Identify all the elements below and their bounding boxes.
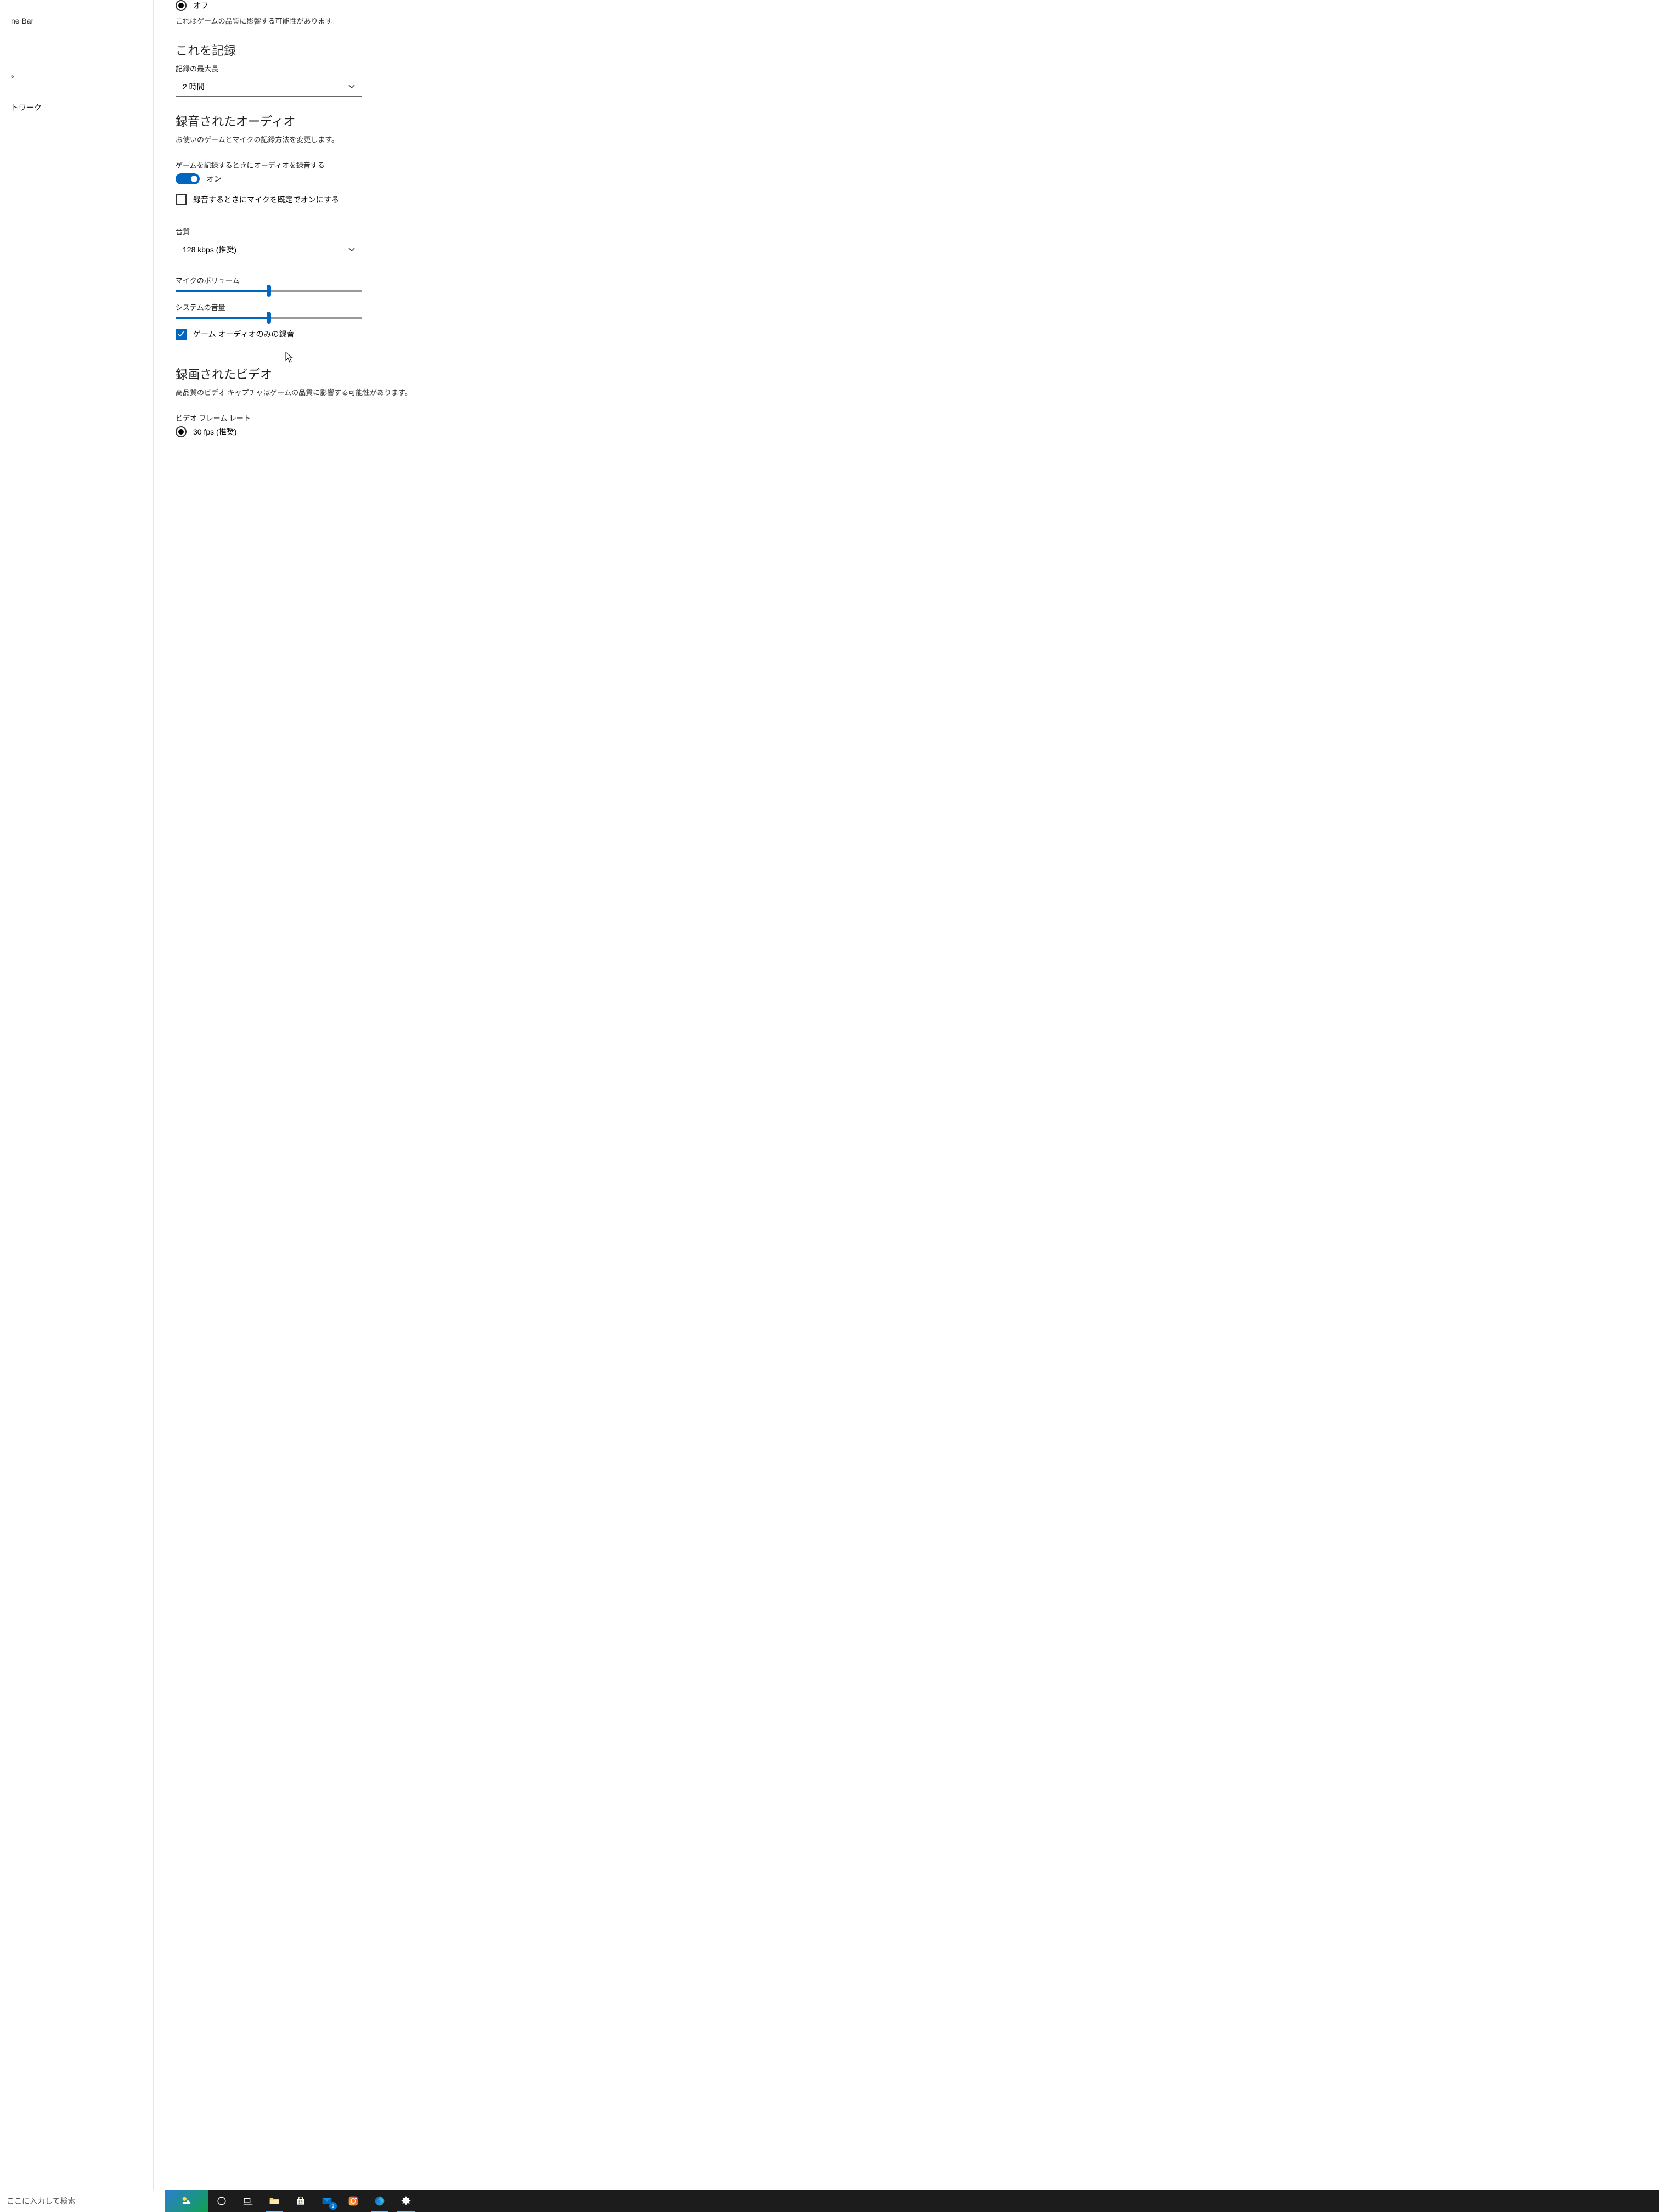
gear-icon bbox=[400, 2195, 412, 2207]
taskbar-explorer[interactable] bbox=[261, 2190, 287, 2212]
edge-icon bbox=[374, 2195, 386, 2207]
mic-volume-slider[interactable] bbox=[176, 290, 362, 292]
chevron-down-icon bbox=[348, 246, 355, 253]
search-placeholder: ここに入力して検索 bbox=[7, 2196, 76, 2207]
radio-30fps[interactable] bbox=[176, 426, 187, 437]
weather-icon bbox=[180, 2195, 193, 2207]
max-length-dropdown[interactable]: 2 時間 bbox=[176, 77, 362, 97]
mic-default-label: 録音するときにマイクを既定でオンにする bbox=[193, 194, 339, 205]
game-audio-only-label: ゲーム オーディオのみの録音 bbox=[193, 329, 295, 340]
taskbar-mail[interactable]: 2 bbox=[314, 2190, 340, 2212]
system-volume-slider[interactable] bbox=[176, 317, 362, 319]
sidebar-item-label: ne Bar bbox=[11, 16, 33, 25]
radio-off[interactable] bbox=[176, 0, 187, 11]
slider-thumb[interactable] bbox=[267, 285, 271, 297]
taskbar-settings[interactable] bbox=[393, 2190, 419, 2212]
background-record-off-row: オフ bbox=[176, 0, 1637, 11]
cortana-icon bbox=[216, 2195, 228, 2207]
radio-off-label: オフ bbox=[193, 0, 208, 11]
cursor-icon bbox=[285, 352, 294, 364]
game-audio-only-row: ゲーム オーディオのみの録音 bbox=[176, 329, 1637, 340]
record-audio-toggle-row: オン bbox=[176, 173, 1637, 184]
taskbar-instagram[interactable] bbox=[340, 2190, 366, 2212]
background-record-desc: これはゲームの品質に影響する可能性があります。 bbox=[176, 15, 1637, 26]
main-pane: オフ これはゲームの品質に影響する可能性があります。 これを記録 記録の最大長 … bbox=[154, 0, 1659, 2190]
max-length-label: 記録の最大長 bbox=[176, 63, 1637, 74]
record-audio-toggle[interactable] bbox=[176, 173, 200, 184]
instagram-icon bbox=[347, 2195, 359, 2207]
record-audio-toggle-label: ゲームを記録するときにオーディオを録音する bbox=[176, 160, 1637, 170]
system-volume-label: システムの音量 bbox=[176, 302, 1637, 312]
taskbar-edge[interactable] bbox=[366, 2190, 393, 2212]
settings-window: ne Bar 。 トワーク オフ これはゲームの品質に影響する可能性があります。… bbox=[0, 0, 1659, 2190]
recorded-audio-heading: 録音されたオーディオ bbox=[176, 112, 1637, 129]
recorded-audio-desc: お使いのゲームとマイクの記録方法を変更します。 bbox=[176, 134, 1637, 144]
sidebar-item-gamebar[interactable]: ne Bar bbox=[0, 11, 153, 31]
framerate-label: ビデオ フレーム レート bbox=[176, 413, 1637, 423]
mic-volume-label: マイクのボリューム bbox=[176, 275, 1637, 285]
game-audio-only-checkbox[interactable] bbox=[176, 329, 187, 340]
sidebar: ne Bar 。 トワーク bbox=[0, 0, 154, 2190]
toggle-state-label: オン bbox=[206, 173, 222, 184]
taskview-icon bbox=[242, 2195, 254, 2207]
mic-volume-block: マイクのボリューム bbox=[176, 275, 1637, 292]
taskbar: ここに入力して検索 bbox=[0, 2190, 1659, 2212]
sidebar-item-label: 。 bbox=[11, 70, 19, 79]
chevron-down-icon bbox=[348, 83, 355, 90]
system-volume-block: システムの音量 bbox=[176, 302, 1637, 319]
dropdown-value: 2 時間 bbox=[183, 81, 205, 92]
radio-30fps-label: 30 fps (推奨) bbox=[193, 426, 236, 437]
folder-icon bbox=[268, 2195, 280, 2207]
audio-quality-label: 音質 bbox=[176, 226, 1637, 236]
taskbar-weather[interactable] bbox=[165, 2190, 208, 2212]
sidebar-item-label: トワーク bbox=[11, 103, 42, 112]
recorded-video-heading: 録画されたビデオ bbox=[176, 365, 1637, 382]
mic-default-checkbox[interactable] bbox=[176, 194, 187, 205]
slider-thumb[interactable] bbox=[267, 312, 271, 324]
taskbar-store[interactable] bbox=[287, 2190, 314, 2212]
taskbar-search[interactable]: ここに入力して検索 bbox=[0, 2190, 165, 2212]
dropdown-value: 128 kbps (推奨) bbox=[183, 244, 236, 255]
sidebar-item-network[interactable]: トワーク bbox=[0, 97, 153, 119]
framerate-30-row: 30 fps (推奨) bbox=[176, 426, 1637, 437]
taskbar-taskview[interactable] bbox=[235, 2190, 261, 2212]
taskbar-icons: 2 bbox=[208, 2190, 419, 2212]
store-icon bbox=[295, 2195, 307, 2207]
taskbar-cortana[interactable] bbox=[208, 2190, 235, 2212]
mic-default-row: 録音するときにマイクを既定でオンにする bbox=[176, 194, 1637, 205]
recorded-video-desc: 高品質のビデオ キャプチャはゲームの品質に影響する可能性があります。 bbox=[176, 387, 1637, 397]
audio-quality-dropdown[interactable]: 128 kbps (推奨) bbox=[176, 240, 362, 259]
record-this-heading: これを記録 bbox=[176, 41, 1637, 59]
sidebar-item-unknown[interactable]: 。 bbox=[0, 64, 153, 86]
mail-badge: 2 bbox=[329, 2202, 337, 2210]
